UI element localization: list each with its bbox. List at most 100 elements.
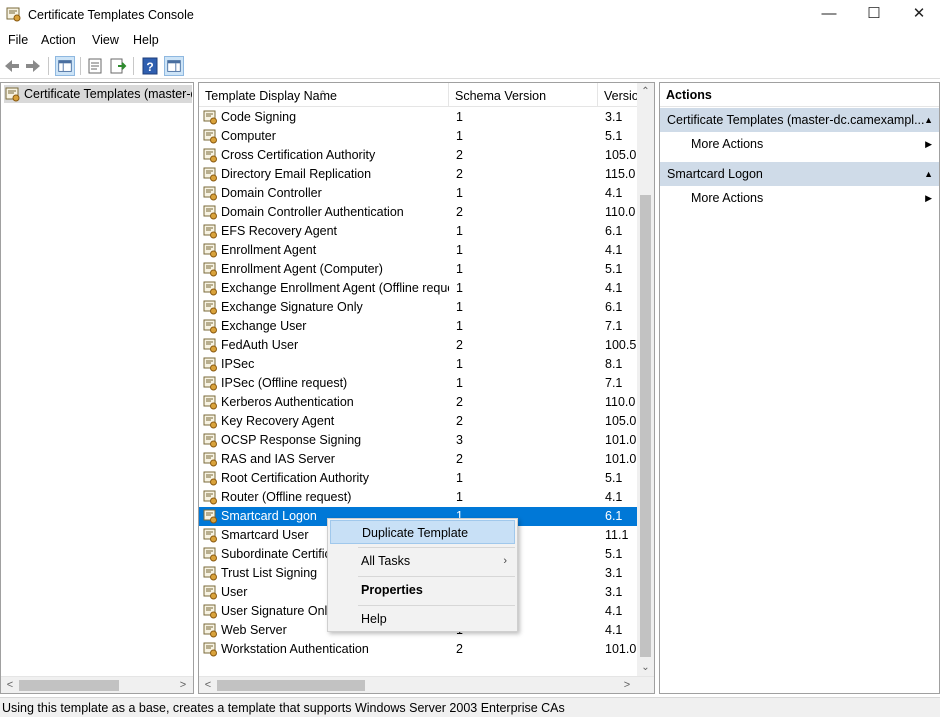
certificate-template-icon [203, 585, 217, 600]
action-more-actions-templates[interactable]: More Actions ▶ [660, 132, 939, 156]
template-name-cell: FedAuth User [221, 338, 299, 352]
menu-view[interactable]: View [92, 33, 119, 47]
toolbar-separator [80, 57, 81, 75]
table-row[interactable]: OCSP Response Signing 3 101.0 [199, 431, 637, 450]
collapse-caret-icon[interactable]: ▲ [924, 162, 933, 186]
menu-item-duplicate-template[interactable]: Duplicate Template [330, 520, 515, 544]
certificate-template-icon [203, 262, 217, 277]
maximize-button[interactable]: ☐ [851, 0, 897, 30]
table-row[interactable]: Kerberos Authentication 2 110.0 [199, 393, 637, 412]
schema-version-cell: 2 [456, 452, 463, 466]
menu-item-properties[interactable]: Properties [330, 578, 515, 602]
collapse-caret-icon[interactable]: ▲ [924, 108, 933, 132]
certificate-template-icon [203, 129, 217, 144]
table-row[interactable]: FedAuth User 2 100.5 [199, 336, 637, 355]
show-hide-console-tree-icon[interactable] [55, 56, 75, 76]
table-row[interactable]: EFS Recovery Agent 1 6.1 [199, 222, 637, 241]
toolbar: ? [0, 53, 940, 79]
version-cell: 3.1 [605, 110, 623, 124]
menu-file[interactable]: File [8, 33, 28, 47]
scroll-down-icon[interactable]: ⌄ [637, 659, 654, 676]
schema-version-cell: 1 [456, 129, 463, 143]
table-row[interactable]: Key Recovery Agent 2 105.0 [199, 412, 637, 431]
list-vertical-scrollbar[interactable]: ⌃ ⌄ [637, 83, 654, 676]
template-name-cell: Cross Certification Authority [221, 148, 376, 162]
version-cell: 4.1 [605, 604, 623, 618]
certificate-templates-icon [5, 87, 20, 102]
version-cell: 4.1 [605, 186, 623, 200]
window-title: Certificate Templates Console [28, 8, 194, 22]
scroll-right-icon[interactable]: > [175, 678, 191, 693]
action-more-actions-smartcard[interactable]: More Actions ▶ [660, 186, 939, 210]
export-list-icon[interactable] [108, 56, 128, 76]
help-icon[interactable]: ? [140, 56, 160, 76]
list-horizontal-scrollbar[interactable]: < > [199, 676, 654, 693]
table-row[interactable]: Enrollment Agent 1 4.1 [199, 241, 637, 260]
template-name-cell: Domain Controller [221, 186, 322, 200]
action-group-certificate-templates[interactable]: Certificate Templates (master-dc.camexam… [660, 108, 939, 132]
certificate-template-icon [203, 243, 217, 258]
menu-separator [358, 576, 515, 577]
schema-version-cell: 1 [456, 224, 463, 238]
toolbar-separator [48, 57, 49, 75]
table-row[interactable]: Exchange Signature Only 1 6.1 [199, 298, 637, 317]
menu-item-help[interactable]: Help [330, 607, 515, 631]
schema-version-cell: 2 [456, 167, 463, 181]
template-name-cell: OCSP Response Signing [221, 433, 362, 447]
version-cell: 11.1 [605, 528, 629, 542]
column-header-version[interactable]: Versio [598, 83, 637, 107]
tree-item-certificate-templates[interactable]: Certificate Templates (master-dc.camexam… [4, 85, 192, 103]
version-cell: 4.1 [605, 623, 623, 637]
back-arrow-icon[interactable] [2, 56, 22, 76]
template-name-cell: Enrollment Agent [221, 243, 317, 257]
minimize-button[interactable]: — [806, 0, 852, 30]
column-header-template-name[interactable]: Template Display Name ⌃ [199, 83, 449, 107]
table-row[interactable]: RAS and IAS Server 2 101.0 [199, 450, 637, 469]
table-row[interactable]: IPSec 1 8.1 [199, 355, 637, 374]
table-row[interactable]: IPSec (Offline request) 1 7.1 [199, 374, 637, 393]
column-header-schema-version[interactable]: Schema Version [449, 83, 598, 107]
version-cell: 4.1 [605, 281, 623, 295]
tree-horizontal-scrollbar[interactable]: < > [1, 676, 193, 693]
scroll-thumb[interactable] [19, 680, 119, 691]
scroll-left-icon[interactable]: < [2, 678, 18, 693]
forward-arrow-icon[interactable] [23, 56, 43, 76]
title-bar: Certificate Templates Console — ☐ ✕ [0, 0, 940, 30]
scroll-thumb[interactable] [217, 680, 365, 691]
template-name-cell: Directory Email Replication [221, 167, 372, 181]
version-cell: 100.5 [605, 338, 637, 352]
menu-help[interactable]: Help [133, 33, 159, 47]
show-hide-action-pane-icon[interactable] [164, 56, 184, 76]
table-row[interactable]: Directory Email Replication 2 115.0 [199, 165, 637, 184]
properties-list-icon[interactable] [85, 56, 105, 76]
table-row[interactable]: Code Signing 1 3.1 [199, 108, 637, 127]
certificate-template-icon [203, 167, 217, 182]
scroll-up-icon[interactable]: ⌃ [637, 83, 654, 100]
close-button[interactable]: ✕ [896, 0, 940, 30]
table-row[interactable]: Computer 1 5.1 [199, 127, 637, 146]
table-row[interactable]: Router (Offline request) 1 4.1 [199, 488, 637, 507]
table-row[interactable]: Domain Controller Authentication 2 110.0 [199, 203, 637, 222]
table-row[interactable]: Enrollment Agent (Computer) 1 5.1 [199, 260, 637, 279]
scroll-right-icon[interactable]: > [619, 678, 635, 693]
scroll-thumb[interactable] [640, 195, 651, 657]
certificate-template-icon [203, 376, 217, 391]
scroll-left-icon[interactable]: < [200, 678, 216, 693]
version-cell: 3.1 [605, 585, 623, 599]
version-cell: 101.0 [605, 452, 637, 466]
menu-item-all-tasks[interactable]: All Tasks › [330, 549, 515, 573]
table-row[interactable]: Domain Controller 1 4.1 [199, 184, 637, 203]
schema-version-cell: 1 [456, 110, 463, 124]
menu-action[interactable]: Action [41, 33, 76, 47]
template-name-cell: Workstation Authentication [221, 642, 369, 656]
table-row[interactable]: Exchange Enrollment Agent (Offline reque… [199, 279, 637, 298]
table-row[interactable]: Exchange User 1 7.1 [199, 317, 637, 336]
table-row[interactable]: Workstation Authentication 2 101.0 [199, 640, 637, 659]
version-cell: 5.1 [605, 129, 623, 143]
action-group-smartcard-logon[interactable]: Smartcard Logon ▲ [660, 162, 939, 186]
table-row[interactable]: Cross Certification Authority 2 105.0 [199, 146, 637, 165]
certificate-template-icon [203, 281, 217, 296]
table-row[interactable]: Root Certification Authority 1 5.1 [199, 469, 637, 488]
template-name-cell: RAS and IAS Server [221, 452, 335, 466]
version-cell: 5.1 [605, 262, 623, 276]
